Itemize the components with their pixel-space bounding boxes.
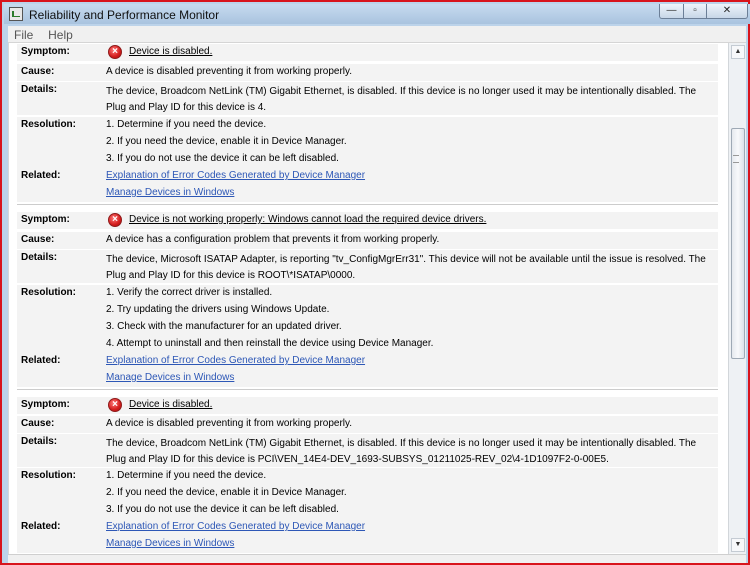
cause-row: Cause: A device is disabled preventing i… [17,64,718,81]
entry-separator [17,389,718,390]
details-row: Details: The device, Microsoft ISATAP Ad… [17,250,718,283]
resolution-step: 3. Check with the manufacturer for an up… [106,321,342,332]
symptom-row: Symptom: × Device is disabled. [17,44,718,61]
title-bar[interactable]: Reliability and Performance Monitor — ▫ … [4,4,750,24]
resolution-step-row: 3. If you do not use the device it can b… [17,502,718,519]
maximize-button[interactable]: ▫ [683,4,707,19]
related-row: Related: Explanation of Error Codes Gene… [17,353,718,370]
resolution-row: Resolution: 1. Determine if you need the… [17,468,718,485]
error-icon: × [108,398,122,412]
scroll-up-arrow-icon[interactable]: ▲ [731,45,745,59]
minimize-button[interactable]: — [659,4,684,19]
symptom-text: Device is disabled. [129,46,213,57]
cause-row: Cause: A device has a configuration prob… [17,232,718,249]
related-label: Related: [21,521,61,532]
details-text: The device, Microsoft ISATAP Adapter, is… [106,254,706,281]
related-label: Related: [21,170,61,181]
resolution-step-row: 4. Attempt to uninstall and then reinsta… [17,336,718,353]
details-label: Details: [21,84,58,95]
manage-devices-link[interactable]: Manage Devices in Windows [106,185,711,201]
vertical-scrollbar[interactable]: ▲ ▼ [728,43,746,554]
resolution-row: Resolution: 1. Verify the correct driver… [17,285,718,302]
menu-help[interactable]: Help [42,26,79,44]
scroll-grip-icon [733,155,739,163]
resolution-step-row: 2. If you need the device, enable it in … [17,134,718,151]
cause-text: A device is disabled preventing it from … [106,418,353,429]
resolution-step: 2. Try updating the drivers using Window… [106,304,330,315]
entry-separator [17,204,718,205]
symptom-label: Symptom: [21,46,70,57]
resolution-step: 1. Determine if you need the device. [106,470,267,481]
resolution-step: 1. Determine if you need the device. [106,119,267,130]
resolution-label: Resolution: [21,119,76,130]
related-row: Related: Explanation of Error Codes Gene… [17,168,718,185]
cause-text: A device is disabled preventing it from … [106,66,353,77]
resolution-step-row: 2. Try updating the drivers using Window… [17,302,718,319]
cause-label: Cause: [21,418,55,429]
cause-text: A device has a configuration problem tha… [106,234,440,245]
menu-file[interactable]: File [8,26,39,44]
report-content: Symptom: × Device is disabled. Cause: A … [8,43,728,554]
error-icon: × [108,45,122,59]
details-text: The device, Broadcom NetLink (TM) Gigabi… [106,438,697,465]
resolution-step-row: 2. If you need the device, enable it in … [17,485,718,502]
symptom-text: Device is disabled. [129,399,213,410]
close-button[interactable]: ✕ [706,4,748,19]
menu-bar: File Help [8,26,746,43]
resolution-step: 3. If you do not use the device it can b… [106,153,339,164]
related-row: Related: Explanation of Error Codes Gene… [17,519,718,536]
symptom-label: Symptom: [21,399,70,410]
manage-devices-link[interactable]: Manage Devices in Windows [106,536,711,552]
details-text: The device, Broadcom NetLink (TM) Gigabi… [106,86,697,113]
resolution-step: 2. If you need the device, enable it in … [106,487,347,498]
details-label: Details: [21,252,58,263]
error-codes-link[interactable]: Explanation of Error Codes Generated by … [106,519,711,535]
related-link-row: Manage Devices in Windows [17,370,718,387]
symptom-label: Symptom: [21,214,70,225]
manage-devices-link[interactable]: Manage Devices in Windows [106,370,711,386]
error-codes-link[interactable]: Explanation of Error Codes Generated by … [106,353,711,369]
resolution-step: 4. Attempt to uninstall and then reinsta… [106,338,434,349]
scroll-down-arrow-icon[interactable]: ▼ [731,538,745,552]
details-row: Details: The device, Broadcom NetLink (T… [17,82,718,115]
cause-label: Cause: [21,66,55,77]
symptom-row: Symptom: × Device is not working properl… [17,212,718,229]
app-icon [9,7,23,21]
details-label: Details: [21,436,58,447]
resolution-step: 1. Verify the correct driver is installe… [106,287,273,298]
symptom-text: Device is not working properly: Windows … [129,214,487,225]
bottom-border [8,554,746,563]
details-row: Details: The device, Broadcom NetLink (T… [17,434,718,467]
cause-row: Cause: A device is disabled preventing i… [17,416,718,433]
resolution-step: 2. If you need the device, enable it in … [106,136,347,147]
related-link-row: Manage Devices in Windows [17,185,718,202]
resolution-step-row: 3. Check with the manufacturer for an up… [17,319,718,336]
cause-label: Cause: [21,234,55,245]
related-link-row: Manage Devices in Windows [17,536,718,553]
symptom-row: Symptom: × Device is disabled. [17,397,718,414]
error-icon: × [108,213,122,227]
resolution-label: Resolution: [21,287,76,298]
related-label: Related: [21,355,61,366]
resolution-step: 3. If you do not use the device it can b… [106,504,339,515]
resolution-row: Resolution: 1. Determine if you need the… [17,117,718,134]
resolution-label: Resolution: [21,470,76,481]
window-frame: Reliability and Performance Monitor — ▫ … [0,0,750,565]
window-title: Reliability and Performance Monitor [29,8,220,22]
resolution-step-row: 3. If you do not use the device it can b… [17,151,718,168]
error-codes-link[interactable]: Explanation of Error Codes Generated by … [106,168,711,184]
